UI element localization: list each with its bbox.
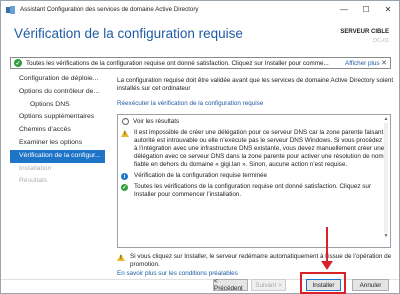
- results-header: ⌃ Voir les résultats: [118, 115, 390, 127]
- sidebar-item-review-options[interactable]: Examiner les options: [10, 137, 105, 150]
- target-server-name: DC-01: [373, 38, 389, 44]
- success-check-icon: ✓: [121, 184, 128, 191]
- sidebar-item-installation: Installation: [19, 164, 52, 172]
- scroll-down-icon[interactable]: ▼: [383, 233, 389, 240]
- window-title: Assistant Configuration des services de …: [20, 6, 199, 13]
- scroll-up-icon[interactable]: ▲: [383, 116, 389, 123]
- annotation-highlight-box: [300, 272, 346, 294]
- warning-icon: !: [117, 254, 125, 270]
- status-banner: ✓ Toutes les vérifications de la configu…: [10, 57, 391, 69]
- minimize-button[interactable]: —: [333, 1, 355, 18]
- page-title: Vérification de la configuration requise: [14, 26, 243, 41]
- sidebar-item-results: Résultats: [19, 177, 48, 185]
- rerun-prerequisites-link[interactable]: Réexécuter la vérification de la configu…: [117, 100, 394, 107]
- intro-text: La configuration requise doit être valid…: [117, 77, 394, 93]
- sidebar-item-deployment-config[interactable]: Configuration de déploie...: [10, 73, 105, 86]
- warning-icon: !: [121, 130, 129, 169]
- results-scrollbar[interactable]: ▲ ▼: [383, 116, 389, 246]
- close-button[interactable]: ✕: [377, 1, 399, 18]
- info-icon: i: [121, 173, 129, 180]
- scrollbar-track[interactable]: [384, 123, 388, 233]
- results-title: Voir les résultats: [133, 117, 180, 125]
- learn-more-link[interactable]: En savoir plus sur les conditions préala…: [117, 270, 238, 277]
- maximize-button[interactable]: ☐: [355, 1, 377, 18]
- result-text: Toutes les vérifications de la configura…: [134, 183, 371, 198]
- annotation-arrow-head: [321, 261, 333, 270]
- previous-button[interactable]: < Précédent: [213, 278, 248, 292]
- window-controls: — ☐ ✕: [333, 1, 399, 18]
- collapse-chevron-icon[interactable]: ⌃: [122, 117, 129, 125]
- restart-warning-text: Si vous cliquez sur Installer, le serveu…: [130, 253, 392, 269]
- show-more-link[interactable]: Afficher plus: [345, 60, 380, 67]
- sidebar-item-prerequisites-check[interactable]: Vérification de la configur...: [10, 149, 105, 163]
- annotation-arrow: [326, 227, 328, 263]
- result-text: Vérification de la configuration requise…: [134, 172, 268, 179]
- success-check-icon: ✓: [14, 59, 22, 67]
- target-server-label: SERVEUR CIBLE: [340, 29, 389, 35]
- result-message-warning: ! Il est impossible de créer une délégat…: [121, 129, 387, 169]
- next-button: Suivant >: [251, 279, 286, 291]
- main-content: La configuration requise doit être valid…: [117, 77, 394, 107]
- result-text: Il est impossible de créer une délégatio…: [134, 129, 387, 168]
- banner-close-icon[interactable]: ✕: [381, 59, 387, 67]
- results-panel: ⌃ Voir les résultats ! Il est impossible…: [117, 114, 391, 248]
- sidebar-item-paths[interactable]: Chemins d’accès: [10, 124, 105, 137]
- wizard-steps-nav: Configuration de déploie... Options du c…: [10, 73, 105, 188]
- wizard-window: Assistant Configuration des services de …: [0, 0, 400, 294]
- result-message-info: i Vérification de la configuration requi…: [121, 172, 387, 180]
- banner-text: Toutes les vérifications de la configura…: [26, 59, 329, 67]
- sidebar-item-dns-options[interactable]: Options DNS: [10, 99, 105, 112]
- title-bar: Assistant Configuration des services de …: [1, 1, 399, 18]
- result-message-success: ✓ Toutes les vérifications de la configu…: [121, 183, 387, 199]
- sidebar-item-additional-options[interactable]: Options supplémentaires: [10, 111, 105, 124]
- cancel-button[interactable]: Annuler: [352, 279, 389, 291]
- restart-warning: ! Si vous cliquez sur Installer, le serv…: [117, 253, 394, 270]
- sidebar-item-dc-options[interactable]: Options du contrôleur de...: [10, 86, 105, 99]
- results-list: ! Il est impossible de créer une délégat…: [121, 129, 387, 233]
- server-manager-icon: [6, 5, 15, 14]
